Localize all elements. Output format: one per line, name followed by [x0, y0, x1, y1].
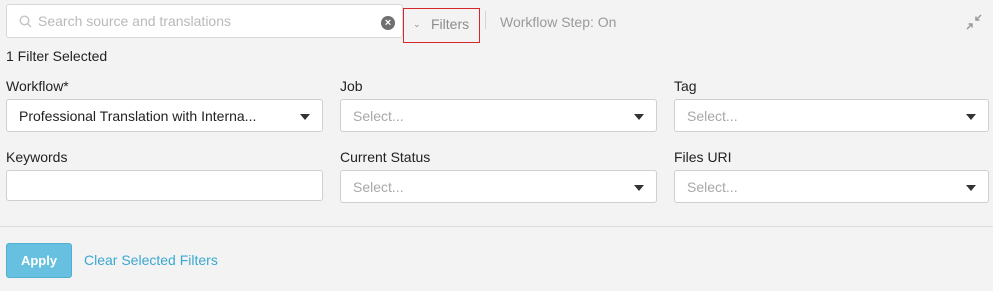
filters-label: Filters: [431, 16, 470, 32]
section-divider: [0, 226, 993, 227]
workflow-select[interactable]: Professional Translation with Interna...: [6, 99, 323, 132]
apply-button[interactable]: Apply: [6, 243, 72, 278]
clear-selected-filters-link[interactable]: Clear Selected Filters: [84, 252, 218, 268]
current-status-label: Current Status: [340, 149, 431, 165]
workflow-label: Workflow*: [6, 78, 69, 94]
current-status-placeholder: Select...: [353, 179, 404, 195]
caret-down-icon: [300, 114, 310, 120]
current-status-select[interactable]: Select...: [340, 170, 657, 203]
caret-down-icon: [966, 114, 976, 120]
workflow-value: Professional Translation with Interna...: [19, 108, 257, 124]
filters-toggle-button[interactable]: ⌄ Filters: [403, 8, 480, 43]
files-uri-placeholder: Select...: [687, 179, 738, 195]
tag-label: Tag: [674, 78, 697, 94]
files-uri-label: Files URI: [674, 149, 732, 165]
clear-search-icon[interactable]: ×: [381, 16, 395, 30]
tag-placeholder: Select...: [687, 108, 738, 124]
chevron-down-icon: ⌄: [413, 19, 421, 29]
keywords-field[interactable]: [6, 170, 323, 201]
job-placeholder: Select...: [353, 108, 404, 124]
keywords-label: Keywords: [6, 149, 68, 165]
job-label: Job: [340, 78, 363, 94]
search-placeholder: Search source and translations: [38, 13, 231, 29]
toolbar-divider: [485, 11, 486, 29]
caret-down-icon: [634, 185, 644, 191]
workflow-step-status: Workflow Step: On: [500, 14, 617, 30]
caret-down-icon: [966, 185, 976, 191]
job-select[interactable]: Select...: [340, 99, 657, 132]
collapse-icon[interactable]: [966, 14, 982, 30]
caret-down-icon: [634, 114, 644, 120]
files-uri-select[interactable]: Select...: [674, 170, 989, 203]
filter-count: 1 Filter Selected: [6, 48, 108, 64]
search-icon: [19, 15, 32, 28]
search-input[interactable]: Search source and translations ×: [6, 4, 403, 38]
tag-select[interactable]: Select...: [674, 99, 989, 132]
